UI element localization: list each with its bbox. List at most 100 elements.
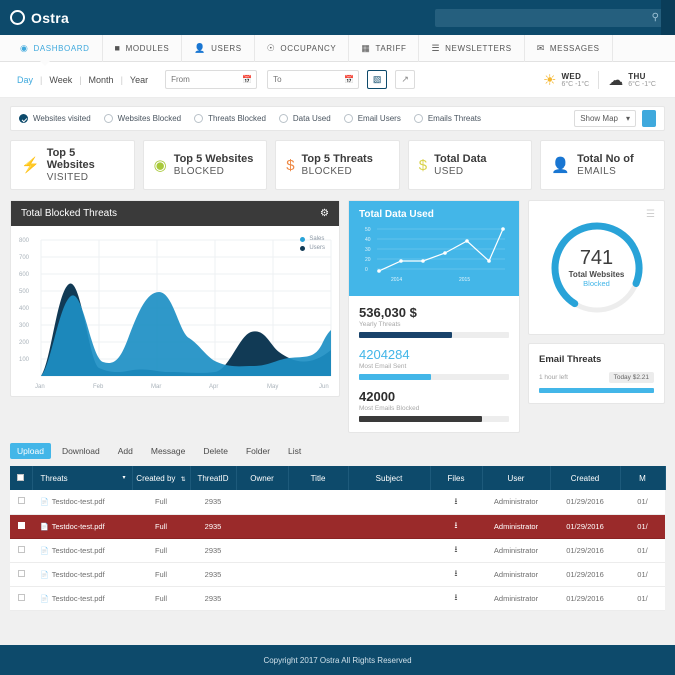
toolbar-download-button[interactable]: Download	[55, 443, 107, 459]
row-checkbox[interactable]	[17, 593, 25, 601]
search-input[interactable]	[441, 12, 659, 23]
toolbar-add-button[interactable]: Add	[111, 443, 140, 459]
kpi-card-top5-websites-visited[interactable]: ⚡ Top 5 Websites VISITED	[10, 140, 135, 190]
toolbar-upload-button[interactable]: Upload	[10, 443, 51, 459]
kpi-card-top5-websites-blocked[interactable]: ◉ Top 5 Websites BLOCKED	[142, 140, 268, 190]
date-from-field[interactable]: 📅	[165, 70, 258, 89]
circle-logo-icon	[10, 10, 25, 25]
globe-icon: ☉	[266, 42, 276, 53]
brand[interactable]: Ostra	[10, 10, 69, 26]
row-checkbox[interactable]	[17, 521, 25, 529]
period-year[interactable]: Year	[123, 75, 155, 85]
nav-item-modules[interactable]: ■ MODULES	[103, 34, 183, 62]
col-title[interactable]: Title	[288, 466, 349, 490]
nav-item-messages[interactable]: ✉ MESSAGES	[525, 34, 613, 62]
cell-files[interactable]: ⭳	[430, 514, 482, 539]
select-all-header[interactable]	[10, 466, 33, 490]
col-modified[interactable]: M	[620, 466, 666, 490]
radio-websites-visited[interactable]: Websites visited	[19, 114, 91, 123]
bar-chart-icon[interactable]: ▧	[367, 70, 388, 89]
col-created[interactable]: Created	[550, 466, 621, 490]
download-icon[interactable]: ⭳	[454, 592, 457, 602]
row-checkbox-cell[interactable]	[10, 538, 32, 563]
col-user[interactable]: User	[482, 466, 551, 490]
cell-files[interactable]: ⭳	[430, 586, 482, 611]
row-checkbox[interactable]	[17, 569, 25, 577]
donut-center-label: 741 Total Websites Blocked	[569, 247, 625, 288]
cell-files[interactable]: ⭳	[430, 538, 482, 563]
col-threats[interactable]: Threats ▾	[32, 466, 133, 490]
show-map-dropdown[interactable]: Show Map ▾	[574, 110, 636, 127]
weather-day-thu: ☁ THU 6°C -1°C	[598, 70, 665, 89]
toolbar-folder-button[interactable]: Folder	[239, 443, 277, 459]
calendar-icon[interactable]: 📅	[344, 75, 354, 84]
period-month[interactable]: Month	[82, 75, 121, 85]
kpi-card-top5-threats-blocked[interactable]: $ Top 5 Threats BLOCKED	[275, 140, 400, 190]
cell-files[interactable]: ⭳	[430, 562, 482, 587]
download-icon[interactable]: ⭳	[454, 496, 457, 506]
period-day[interactable]: Day	[10, 75, 40, 85]
map-action-button[interactable]	[642, 110, 656, 127]
row-checkbox-cell[interactable]	[10, 562, 32, 587]
radio-dot-icon	[278, 114, 288, 123]
row-checkbox-cell[interactable]	[10, 514, 32, 539]
toolbar-delete-button[interactable]: Delete	[196, 443, 235, 459]
row-checkbox[interactable]	[17, 497, 25, 505]
period-week[interactable]: Week	[42, 75, 79, 85]
nav-item-tariff[interactable]: ▦ TARIFF	[349, 34, 420, 62]
cell-threat-id: 2935	[190, 490, 236, 515]
nav-label: DASHBOARD	[33, 43, 90, 53]
table-row[interactable]: 📄 Testdoc-test.pdf Full 2935 ⭳ Administra…	[10, 490, 665, 515]
toolbar-list-button[interactable]: List	[281, 443, 308, 459]
table-row[interactable]: 📄 Testdoc-test.pdf Full 2935 ⭳ Administra…	[10, 514, 665, 539]
radio-emails-threats[interactable]: Emails Threats	[413, 114, 481, 123]
radio-email-users[interactable]: Email Users	[343, 114, 401, 123]
nav-item-occupancy[interactable]: ☉ OCCUPANCY	[255, 34, 350, 62]
date-to-field[interactable]: 📅	[267, 70, 360, 89]
col-created-by[interactable]: Created by ⇅	[132, 466, 191, 490]
download-icon[interactable]: ⭳	[454, 520, 457, 530]
toolbar-message-button[interactable]: Message	[144, 443, 193, 459]
radio-dot-icon	[103, 114, 113, 123]
search-icon[interactable]: ⚲	[652, 12, 659, 23]
download-icon[interactable]: ⭳	[454, 568, 457, 578]
card-icon: ▦	[361, 42, 371, 53]
select-all-checkbox[interactable]	[17, 473, 25, 481]
chart-legend: Sales Users	[300, 236, 325, 254]
radio-data-used[interactable]: Data Used	[278, 114, 331, 123]
date-to-input[interactable]	[273, 75, 354, 84]
hamburger-icon[interactable]: ☰	[646, 209, 655, 220]
table-row[interactable]: 📄 Testdoc-test.pdf Full 2935 ⭳ Administra…	[10, 562, 665, 587]
table-row[interactable]: 📄 Testdoc-test.pdf Full 2935 ⭳ Administra…	[10, 538, 665, 563]
kpi-card-total-data-used[interactable]: $ Total Data USED	[407, 140, 533, 190]
search-box[interactable]: ⚲	[435, 8, 665, 27]
weather-day-label: WED	[561, 71, 582, 81]
nav-label: NEWSLETTERS	[445, 43, 512, 53]
kpi-card-total-emails[interactable]: 👤 Total No of EMAILS	[540, 140, 665, 190]
nav-item-users[interactable]: 👤 USERS	[182, 34, 255, 62]
svg-text:Feb: Feb	[93, 384, 104, 390]
radio-threats-blocked[interactable]: Threats Blocked	[194, 114, 266, 123]
row-checkbox-cell[interactable]	[10, 490, 32, 515]
col-threat-id[interactable]: ThreatID	[190, 466, 237, 490]
nav-item-newsletters[interactable]: ☰ NEWSLETTERS	[419, 34, 525, 62]
date-from-input[interactable]	[171, 75, 252, 84]
col-owner[interactable]: Owner	[236, 466, 289, 490]
row-checkbox[interactable]	[17, 545, 25, 553]
top-bar: Ostra ⚲	[0, 0, 675, 35]
gear-icon[interactable]: ⚙	[320, 208, 329, 219]
cell-files[interactable]: ⭳	[430, 490, 482, 515]
cell-user: Administrator	[482, 562, 550, 587]
kpi-line1: Total No of	[577, 152, 634, 165]
col-files[interactable]: Files	[430, 466, 483, 490]
cell-threat: 📄 Testdoc-test.pdf	[32, 538, 132, 563]
user-icon: 👤	[551, 157, 571, 174]
line-chart-icon[interactable]: ↗	[395, 70, 416, 89]
table-row[interactable]: 📄 Testdoc-test.pdf Full 2935 ⭳ Administra…	[10, 586, 665, 611]
radio-websites-blocked[interactable]: Websites Blocked	[103, 114, 181, 123]
col-subject[interactable]: Subject	[348, 466, 431, 490]
download-icon[interactable]: ⭳	[454, 544, 457, 554]
nav-item-dashboard[interactable]: ◉ DASHBOARD	[8, 34, 103, 62]
calendar-icon[interactable]: 📅	[242, 75, 252, 84]
row-checkbox-cell[interactable]	[10, 586, 32, 611]
